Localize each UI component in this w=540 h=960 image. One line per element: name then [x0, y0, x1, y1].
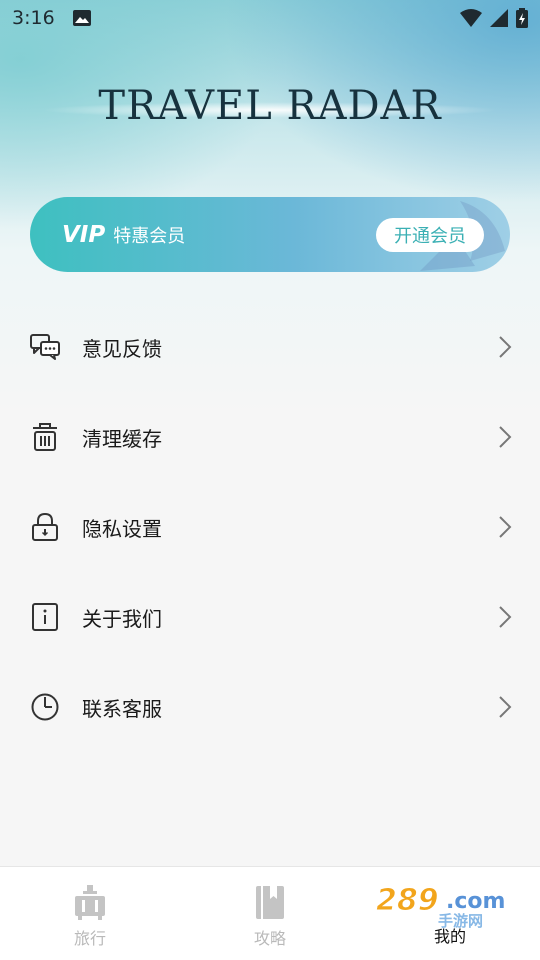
vip-label: 特惠会员 — [113, 225, 186, 247]
bottom-tab-bar: 旅行 攻略 我的 — [0, 866, 540, 960]
vip-card[interactable]: VIP 特惠会员 开通会员 — [30, 197, 510, 272]
app-title: TRAVEL RADAR — [98, 83, 442, 129]
status-time: 3:16 — [12, 7, 55, 29]
menu-item-label: 意见反馈 — [82, 336, 162, 361]
menu-item-privacy-settings[interactable]: 隐私设置 — [0, 482, 540, 572]
clock-icon — [31, 693, 59, 721]
settings-menu: 意见反馈 清理缓存 隐私设置 关于我们 联系客服 — [0, 302, 540, 752]
menu-item-label: 关于我们 — [82, 606, 162, 631]
lock-icon — [32, 513, 58, 541]
menu-item-label: 隐私设置 — [82, 516, 162, 541]
open-membership-button[interactable]: 开通会员 — [376, 217, 484, 252]
menu-item-label: 联系客服 — [82, 696, 162, 721]
menu-item-contact-support[interactable]: 联系客服 — [0, 662, 540, 752]
tab-guides[interactable]: 攻略 — [180, 867, 360, 960]
chevron-right-icon — [499, 606, 512, 628]
cell-signal-icon — [490, 9, 508, 27]
chat-bubbles-icon — [30, 334, 60, 360]
vip-logo: VIP — [62, 221, 106, 248]
book-icon — [256, 886, 284, 919]
menu-item-label: 清理缓存 — [82, 426, 162, 451]
chevron-right-icon — [499, 696, 512, 718]
wifi-icon — [460, 9, 482, 27]
chevron-right-icon — [499, 336, 512, 358]
battery-icon — [516, 8, 528, 28]
tab-profile[interactable]: 我的 — [360, 867, 540, 960]
menu-item-about-us[interactable]: 关于我们 — [0, 572, 540, 662]
tab-travel[interactable]: 旅行 — [0, 867, 180, 960]
info-icon — [32, 603, 58, 631]
menu-item-clear-cache[interactable]: 清理缓存 — [0, 392, 540, 482]
luggage-icon — [75, 885, 105, 920]
tab-label: 攻略 — [253, 929, 286, 948]
app-header: TRAVEL RADAR — [0, 78, 540, 138]
chevron-right-icon — [499, 516, 512, 538]
trash-icon — [33, 423, 57, 451]
image-icon — [72, 10, 91, 26]
menu-item-feedback[interactable]: 意见反馈 — [0, 302, 540, 392]
tab-label: 我的 — [433, 927, 466, 946]
status-bar: 3:16 — [0, 0, 540, 36]
tab-label: 旅行 — [73, 929, 106, 948]
chevron-right-icon — [499, 426, 512, 448]
